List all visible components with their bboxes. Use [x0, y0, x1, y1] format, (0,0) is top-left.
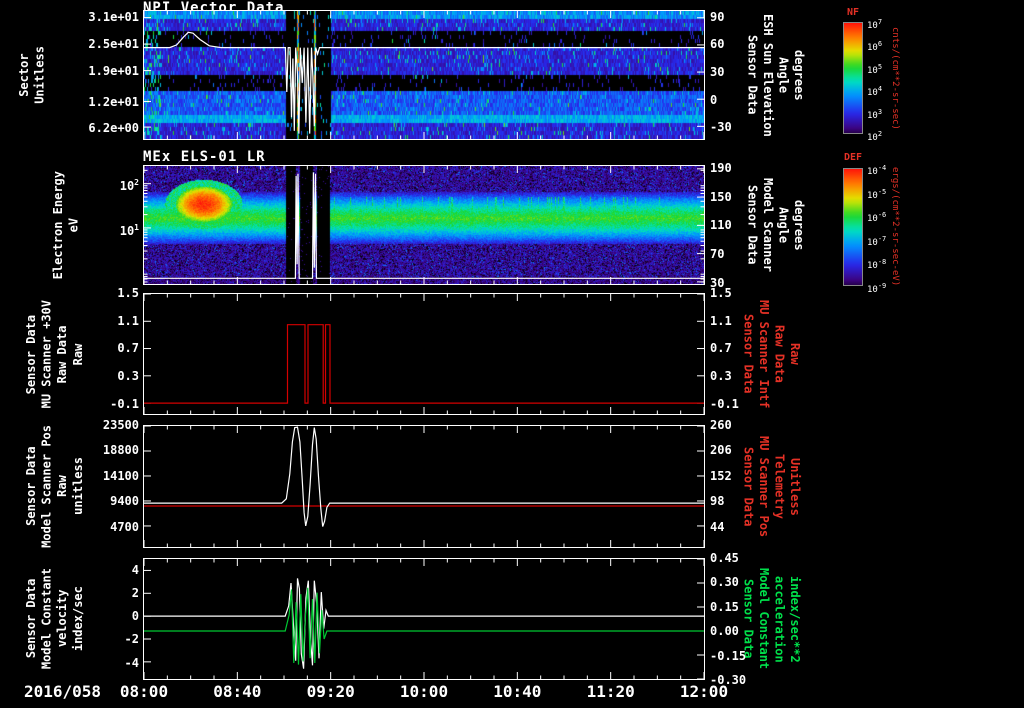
mu30v-line-panel [143, 293, 705, 415]
modelconst-right-tick-label: 0.45 [710, 551, 739, 565]
npi-colorbar-tick-label: 102 [867, 130, 883, 143]
x-axis-tick-label: 10:40 [493, 682, 542, 701]
nf-colorbar-title: NF [846, 7, 860, 18]
els-colorbar-tick-label: 10-5 [867, 187, 887, 201]
els-right-tick-label: 110 [710, 218, 732, 233]
npi-right-tick-label: -30 [710, 120, 732, 135]
npi-colorbar-tick-label: 107 [867, 18, 883, 31]
npi-right-tick-label: 30 [710, 65, 725, 79]
modelconst-right-tick-label: -0.15 [710, 648, 747, 663]
els-left-tick-label: 102 [119, 177, 139, 193]
scanpos-left-tick-label: 9400 [110, 494, 139, 509]
els-colorbar-tick-label: 10-4 [867, 164, 887, 177]
scanpos-left-tick-label: 23500 [102, 418, 139, 432]
npi-left-tick-label: 2.5e+01 [88, 36, 139, 51]
scanpos-right-tick-label: 44 [710, 519, 725, 534]
scanpos-right-tick-label: 152 [710, 468, 732, 483]
x-axis-tick-label: 08:40 [213, 682, 262, 701]
npi-panel-overlay [144, 11, 704, 139]
def-colorbar-unit-text: ergs/(cm**2-sr-sec-eV) [890, 167, 900, 287]
x-axis-tick-label: 08:00 [119, 682, 169, 701]
mu30v-left-tick-label: 1.1 [117, 313, 139, 328]
modelconst-right-tick-label: 0.30 [710, 575, 739, 590]
mu30v-left-tick-label: -0.1 [110, 396, 139, 411]
modelconst-right-tick-label: 0.15 [710, 599, 739, 614]
npi-left-tick-label: 1.2e+01 [88, 94, 139, 109]
npi-spectrogram-panel [143, 10, 705, 140]
els-panel-overlay [144, 166, 704, 284]
x-axis-tick-label: 09:20 [306, 682, 355, 701]
els-spectrogram-panel [143, 165, 705, 285]
nf-colorbar [843, 22, 863, 134]
mu30v-panel-plot [144, 294, 704, 414]
npi-colorbar-tick-label: 103 [867, 107, 883, 121]
scanpos-left-tick-label: 4700 [110, 519, 139, 534]
npi-right-tick-label: 60 [710, 37, 725, 52]
modelconst-left-tick-label: 0 [131, 609, 139, 624]
els-right-tick-label: 70 [710, 247, 725, 262]
def-colorbar-title: DEF [843, 152, 863, 163]
scanpos-left-tick-label: 14100 [102, 468, 139, 483]
plot-window: NPI Vector Data MEx ELS-01 LR Sector Uni… [0, 0, 1024, 708]
modelconst-left-tick-label: 2 [131, 585, 139, 600]
x-axis-tick-label: 11:20 [586, 682, 635, 701]
def-colorbar [843, 168, 863, 286]
mu30v-right-tick-label: 1.1 [710, 313, 732, 328]
modelconst-right-tick-label: 0.00 [710, 624, 739, 639]
scanpos-right-tick-label: 206 [710, 443, 732, 458]
scanpos-panel-plot [144, 426, 704, 547]
nf-colorbar-unit: cnts/(cm**2-sr-sec) [890, 22, 912, 134]
mu30v-right-tick-label: 0.7 [710, 341, 732, 356]
mu30v-right-tick-label: 0.3 [710, 369, 732, 384]
els-colorbar-tick-label: 10-9 [867, 282, 887, 295]
npi-left-axis-label: Sector Unitless [14, 10, 52, 140]
els-colorbar-tick-label: 10-7 [867, 234, 887, 248]
mu30v-left-tick-label: 1.5 [117, 286, 139, 300]
npi-right-tick-label: 0 [710, 92, 718, 107]
mu30v-right-tick-label: 1.5 [710, 286, 732, 300]
modelconst-left-tick-label: -4 [124, 655, 139, 670]
npi-colorbar-tick-label: 104 [867, 85, 883, 99]
def-colorbar-unit: ergs/(cm**2-sr-sec-eV) [890, 167, 912, 287]
npi-left-tick-label: 3.1e+01 [88, 9, 139, 24]
modelconst-line-panel [143, 558, 705, 680]
els-right-tick-label: 150 [710, 189, 732, 204]
scanpos-right-tick-label: 260 [710, 418, 732, 432]
els-left-tick-label: 101 [119, 222, 139, 238]
npi-left-tick-label: 6.2e+00 [88, 120, 139, 135]
modelconst-left-tick-label: -2 [124, 632, 139, 647]
mu30v-left-tick-label: 0.3 [117, 369, 139, 384]
scanpos-left-tick-label: 18800 [102, 443, 139, 458]
x-axis-tick-label: 12:00 [679, 682, 729, 701]
x-axis-tick-label: 10:00 [399, 682, 449, 701]
els-colorbar-tick-label: 10-6 [867, 211, 887, 225]
mu30v-left-tick-label: 0.7 [117, 341, 139, 356]
modelconst-panel-plot [144, 559, 704, 679]
npi-right-tick-label: 90 [710, 9, 725, 24]
npi-colorbar-tick-label: 106 [867, 40, 883, 54]
nf-colorbar-unit-text: cnts/(cm**2-sr-sec) [890, 26, 900, 130]
els-colorbar-tick-label: 10-8 [867, 258, 887, 272]
mu30v-right-tick-label: -0.1 [710, 396, 739, 411]
npi-left-axis-label-text: Sector Unitless [17, 46, 47, 104]
els-right-tick-label: 190 [710, 160, 732, 175]
scanpos-right-tick-label: 98 [710, 494, 725, 509]
scanpos-line-panel [143, 425, 705, 548]
npi-left-tick-label: 1.9e+01 [88, 63, 139, 78]
els-panel-title: MEx ELS-01 LR [143, 149, 266, 165]
modelconst-left-tick-label: 4 [131, 562, 139, 577]
npi-colorbar-tick-label: 105 [867, 62, 883, 76]
